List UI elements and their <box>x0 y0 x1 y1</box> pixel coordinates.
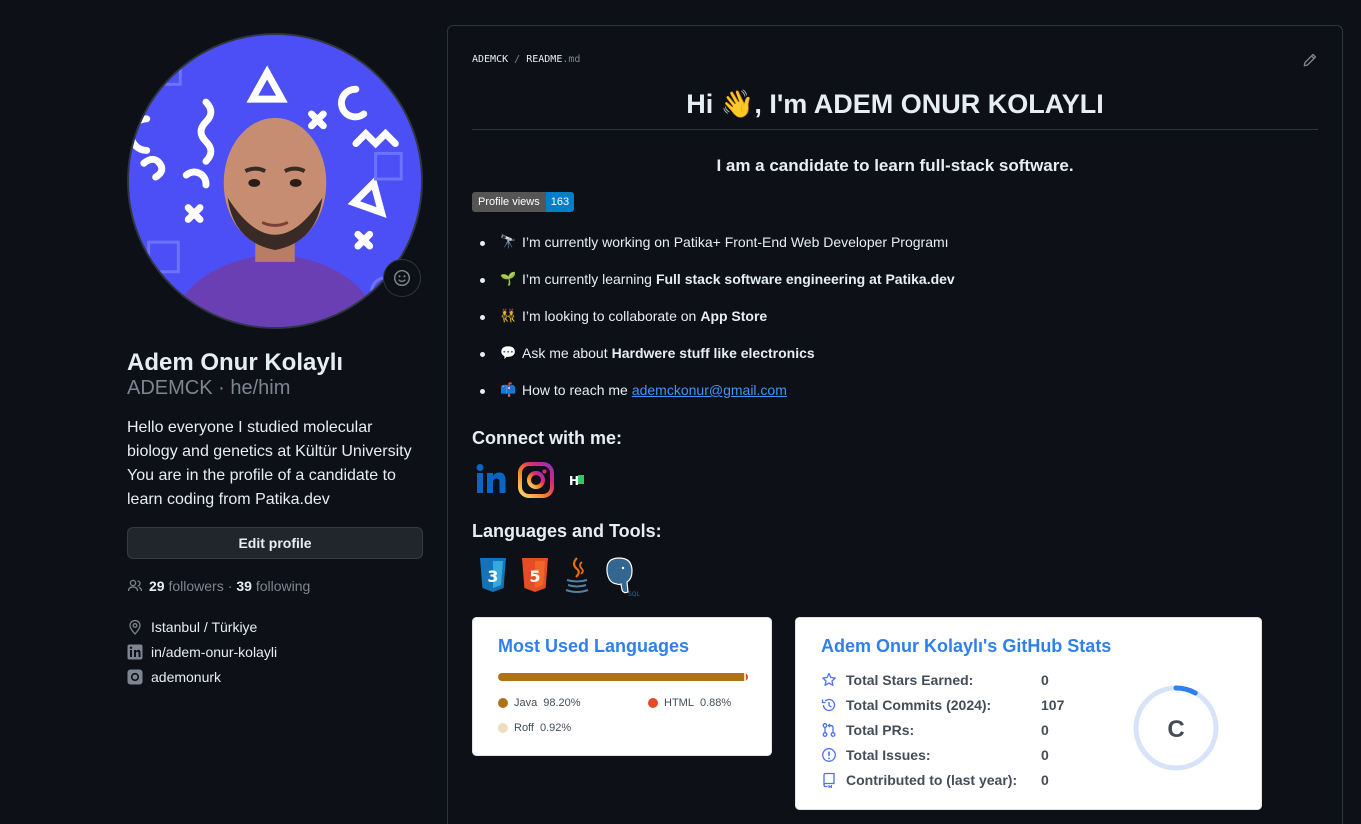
stat-value: 107 <box>1041 697 1065 713</box>
following-link[interactable]: 39 following <box>236 578 310 594</box>
avatar-container <box>127 33 423 329</box>
instagram-icon[interactable] <box>516 460 556 500</box>
list-item: 💬 Ask me about Hardwere stuff like elect… <box>480 345 955 382</box>
set-status-button[interactable] <box>383 259 421 297</box>
location-text: Istanbul / Türkiye <box>151 619 258 635</box>
profile-full-name: Adem Onur Kolaylı <box>127 349 344 376</box>
stat-value: 0 <box>1041 672 1049 688</box>
language-bar-segment <box>498 673 744 681</box>
profile-views-badge: Profile views 163 <box>472 192 575 212</box>
star-icon <box>822 672 836 686</box>
list-item: 👯 I’m looking to collaborate on App Stor… <box>480 308 955 345</box>
instagram-icon <box>127 669 143 685</box>
social-icons: H <box>472 460 600 500</box>
edit-profile-button[interactable]: Edit profile <box>127 527 423 559</box>
follow-stats: 29 followers · 39 following <box>127 578 310 594</box>
list-item: 📫 How to reach me ademckonur@gmail.com <box>480 382 955 419</box>
instagram-link[interactable]: ademonurk <box>151 669 221 685</box>
speech-bubble-icon: 💬 <box>500 345 517 360</box>
list-item: 🌱 I’m currently learning Full stack soft… <box>480 271 955 308</box>
linkedin-link[interactable]: in/adem-onur-kolayli <box>151 644 277 660</box>
tools-heading: Languages and Tools: <box>472 521 662 541</box>
list-item: 🔭 I’m currently working on Patika+ Front… <box>480 234 955 271</box>
java-icon[interactable] <box>556 554 598 598</box>
telescope-icon: 🔭 <box>500 234 517 249</box>
postgresql-icon[interactable]: SQL <box>598 554 640 598</box>
readme-breadcrumb: ADEMCK / README.md <box>472 54 581 65</box>
stat-row-issues: Total Issues: 0 <box>821 747 1049 763</box>
connect-heading: Connect with me: <box>472 428 623 448</box>
language-html: HTML 0.88% <box>648 697 731 709</box>
rank-ring: C <box>1133 685 1219 771</box>
stat-value: 0 <box>1041 722 1049 738</box>
language-java: Java 98.20% <box>498 697 581 709</box>
email-link[interactable]: ademckonur@gmail.com <box>632 382 787 398</box>
pull-request-icon <box>822 723 836 737</box>
separator-dot: · <box>227 578 233 594</box>
languages-card-title: Most Used Languages <box>498 636 690 656</box>
crumb-user-link[interactable]: ADEMCK <box>472 54 508 65</box>
crumb-file-link[interactable]: README <box>526 54 562 65</box>
stats-card-title: Adem Onur Kolaylı's GitHub Stats <box>821 636 1112 656</box>
stat-value: 0 <box>1041 747 1049 763</box>
languages-progress-bar <box>498 673 748 681</box>
followers-link[interactable]: 29 followers <box>149 578 224 594</box>
linkedin-icon[interactable] <box>472 460 512 500</box>
location-icon <box>129 619 141 635</box>
tool-icons: 3 5 SQL <box>472 554 640 598</box>
language-color-dot <box>648 698 658 708</box>
heading-divider <box>472 129 1318 130</box>
profile-username-pronouns: ADEMCK · he/him <box>127 377 291 399</box>
avatar[interactable] <box>127 33 423 329</box>
linkedin-icon <box>127 644 143 660</box>
profile-views-count: 163 <box>545 192 575 212</box>
hackerrank-icon[interactable]: H <box>560 460 600 500</box>
profile-location: Istanbul / Türkiye <box>127 619 257 635</box>
mailbox-icon: 📫 <box>500 382 517 397</box>
language-bar-segment <box>745 673 748 681</box>
pencil-icon[interactable] <box>1302 52 1318 68</box>
issue-icon <box>822 748 836 762</box>
language-color-dot <box>498 723 508 733</box>
most-used-languages-card: Most Used Languages Java 98.20% HTML 0.88%… <box>472 617 772 756</box>
svg-text:3: 3 <box>487 567 498 586</box>
rank-letter: C <box>1167 716 1184 743</box>
history-icon <box>821 698 836 712</box>
seedling-icon: 🌱 <box>500 271 517 286</box>
dancers-icon: 👯 <box>500 308 517 323</box>
svg-text:5: 5 <box>529 567 540 586</box>
profile-bio: Hello everyone I studied molecular biolo… <box>127 419 412 508</box>
people-icon <box>127 579 143 592</box>
svg-text:H: H <box>569 474 579 488</box>
stat-row-commits: Total Commits (2024): 107 <box>821 697 1064 713</box>
language-color-dot <box>498 698 508 708</box>
css3-icon[interactable]: 3 <box>472 554 514 598</box>
profile-linkedin[interactable]: in/adem-onur-kolayli <box>127 644 277 660</box>
smiley-icon <box>393 269 411 287</box>
readme-heading: Hi 👋, I'm ADEM ONUR KOLAYLI <box>686 89 1104 119</box>
html5-icon[interactable]: 5 <box>514 554 556 598</box>
stat-row-contributed: Contributed to (last year): 0 <box>821 772 1049 788</box>
about-list: 🔭 I’m currently working on Patika+ Front… <box>480 234 955 419</box>
readme-tagline: I am a candidate to learn full-stack sof… <box>716 156 1074 175</box>
stat-value: 0 <box>1041 772 1049 788</box>
svg-text:SQL: SQL <box>628 591 640 598</box>
avatar-image <box>129 35 421 327</box>
repo-icon <box>823 772 835 788</box>
stat-row-stars: Total Stars Earned: 0 <box>821 672 1049 688</box>
profile-instagram[interactable]: ademonurk <box>127 669 221 685</box>
language-roff: Roff 0.92% <box>498 722 571 734</box>
github-stats-card: Adem Onur Kolaylı's GitHub Stats Total S… <box>795 617 1262 810</box>
stat-row-prs: Total PRs: 0 <box>821 722 1049 738</box>
